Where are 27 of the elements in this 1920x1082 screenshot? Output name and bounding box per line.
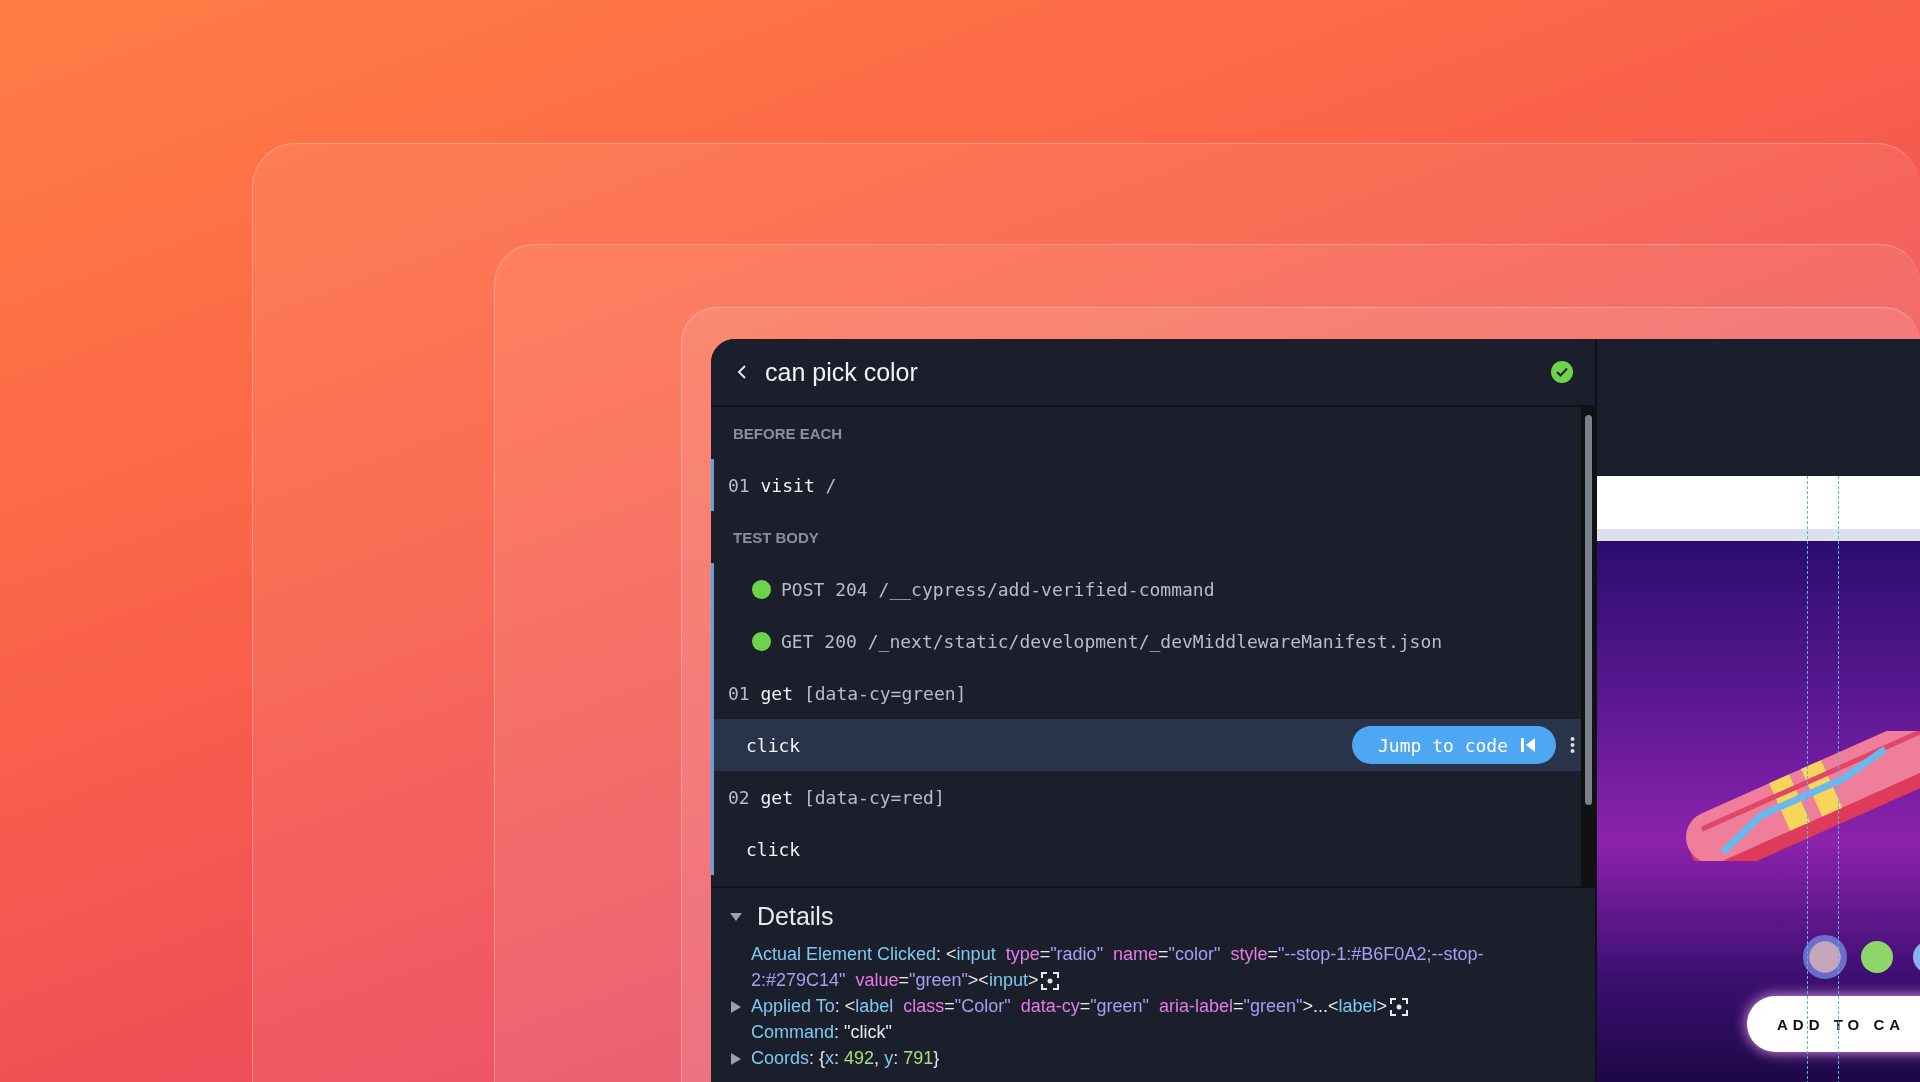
target-icon[interactable] (1390, 998, 1408, 1017)
section-label: TEST BODY (732, 527, 820, 548)
command-row[interactable]: 01 visit / (714, 459, 1581, 511)
collapse-caret-icon[interactable] (729, 911, 743, 922)
request-row[interactable]: GET 200 /_next/static/development/_devMiddlewareManifest.json (714, 615, 1581, 667)
section-label: BEFORE EACH (732, 423, 844, 444)
expand-caret-icon[interactable] (729, 1052, 743, 1066)
color-swatch[interactable] (1861, 941, 1893, 973)
scrollbar-thumb[interactable] (1584, 415, 1592, 805)
request-text: GET 200 /_next/static/development/_devMiddlewareManifest.json (781, 630, 1443, 652)
details-heading: Details (757, 902, 834, 931)
jump-icon (1520, 737, 1536, 753)
test-title: can pick color (765, 357, 919, 387)
request-text: POST 204 /__cypress/add-verified-command (781, 578, 1215, 600)
command-row[interactable]: 02 get [data-cy=red] (714, 771, 1581, 823)
command-row[interactable]: 01 get [data-cy=green] (714, 667, 1581, 719)
command-name[interactable]: click (746, 734, 801, 756)
detail-text: Coords: {x: 492, y: 791} (751, 1047, 940, 1070)
target-icon[interactable] (1041, 972, 1060, 991)
detail-text: Command: "click" (751, 1021, 892, 1044)
request-row[interactable]: POST 204 /__cypress/add-verified-command (714, 563, 1581, 615)
expand-caret-icon[interactable] (729, 1000, 743, 1014)
detail-text: Actual Element Clicked: <input type="radio" name="color" style="--stop-1:#B6F0A2;--stop-2:#279C14" value="green"><input> (751, 943, 1485, 993)
more-icon[interactable] (1570, 736, 1575, 754)
back-icon[interactable] (737, 364, 747, 380)
command-name[interactable]: click (746, 838, 801, 860)
detail-text: Applied To: <label class="Color" data-cy="green" aria-label="green">...<label> (751, 993, 1408, 1019)
